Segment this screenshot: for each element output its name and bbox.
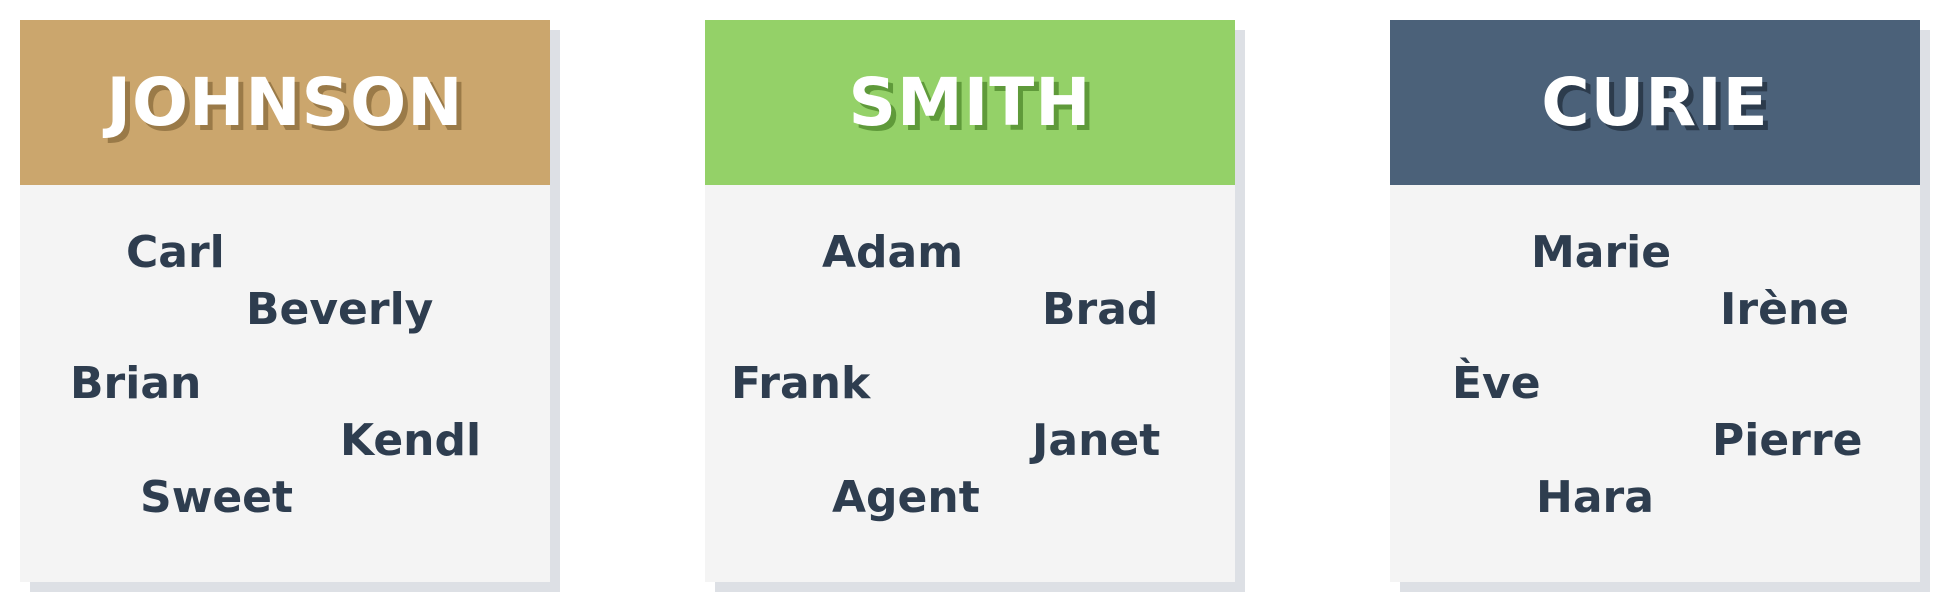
- member-name: Beverly: [246, 284, 434, 335]
- member-name: Pierre: [1712, 415, 1863, 466]
- family-title: JOHNSON: [106, 64, 464, 141]
- family-card-johnson: JOHNSON Carl Beverly Brian Kendl Sweet: [20, 20, 550, 582]
- member-name: Sweet: [140, 472, 294, 523]
- family-card-curie: CURIE Marie Irène Ève Pierre Hara: [1390, 20, 1920, 582]
- family-title: CURIE: [1541, 64, 1769, 141]
- member-name: Brad: [1042, 284, 1159, 335]
- member-name: Marie: [1531, 227, 1672, 278]
- member-name: Janet: [1032, 415, 1161, 466]
- family-header: SMITH: [705, 20, 1235, 185]
- member-name: Frank: [731, 358, 871, 409]
- member-name: Irène: [1720, 284, 1850, 335]
- family-title: SMITH: [848, 64, 1092, 141]
- member-name: Agent: [832, 472, 980, 523]
- member-name: Brian: [70, 358, 202, 409]
- member-name: Carl: [126, 227, 225, 278]
- member-name: Adam: [822, 227, 964, 278]
- family-header: JOHNSON: [20, 20, 550, 185]
- family-card-smith: SMITH Adam Brad Frank Janet Agent: [705, 20, 1235, 582]
- family-header: CURIE: [1390, 20, 1920, 185]
- member-name: Ève: [1452, 358, 1541, 409]
- member-name: Kendl: [340, 415, 482, 466]
- member-name: Hara: [1536, 472, 1654, 523]
